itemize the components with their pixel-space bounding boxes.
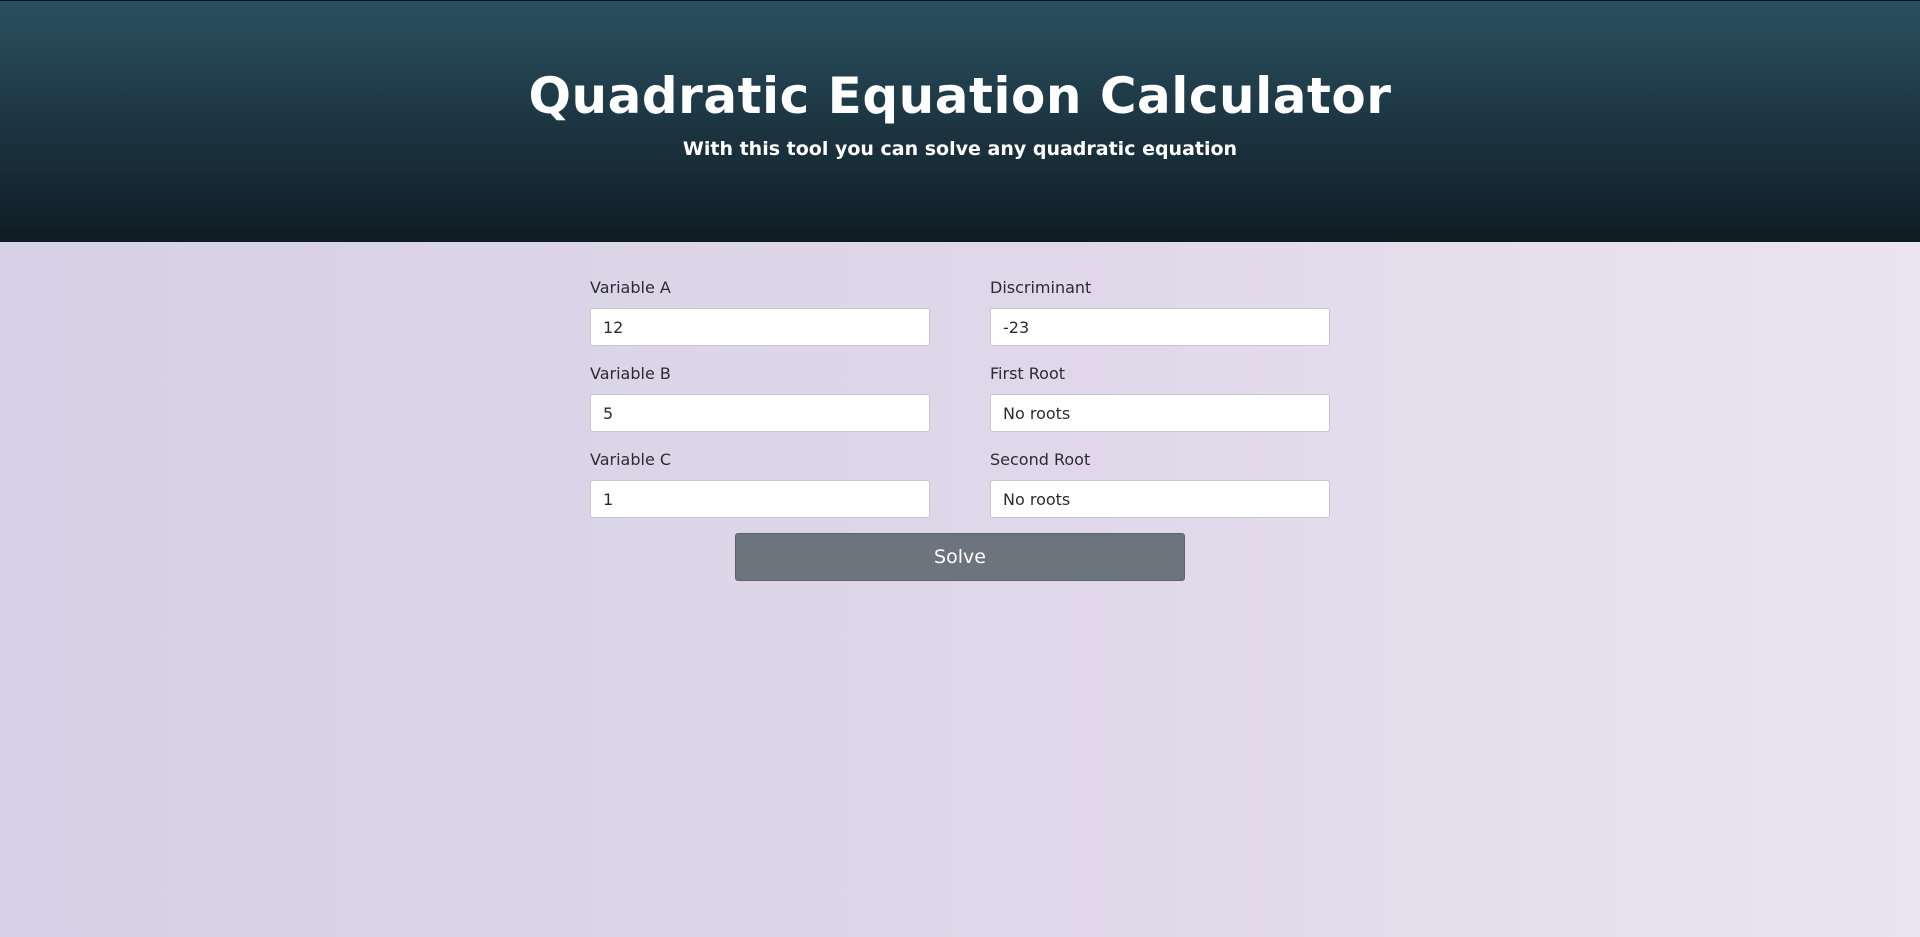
variable-b-input[interactable] bbox=[590, 394, 930, 432]
page-title: Quadratic Equation Calculator bbox=[528, 67, 1392, 125]
discriminant-field[interactable] bbox=[990, 308, 1330, 346]
first-root-field[interactable] bbox=[990, 394, 1330, 432]
first-root-label: First Root bbox=[990, 364, 1066, 383]
variable-b-label: Variable B bbox=[590, 364, 671, 383]
second-root-field[interactable] bbox=[990, 480, 1330, 518]
variable-a-label: Variable A bbox=[590, 278, 671, 297]
second-root-label: Second Root bbox=[990, 450, 1091, 469]
variable-a-input[interactable] bbox=[590, 308, 930, 346]
variable-c-input[interactable] bbox=[590, 480, 930, 518]
page-subtitle: With this tool you can solve any quadrat… bbox=[682, 138, 1238, 160]
variable-c-label: Variable C bbox=[590, 450, 672, 469]
solve-button[interactable]: Solve bbox=[735, 533, 1185, 581]
discriminant-label: Discriminant bbox=[990, 278, 1092, 297]
page-header: Quadratic Equation Calculator With this … bbox=[0, 0, 1920, 242]
